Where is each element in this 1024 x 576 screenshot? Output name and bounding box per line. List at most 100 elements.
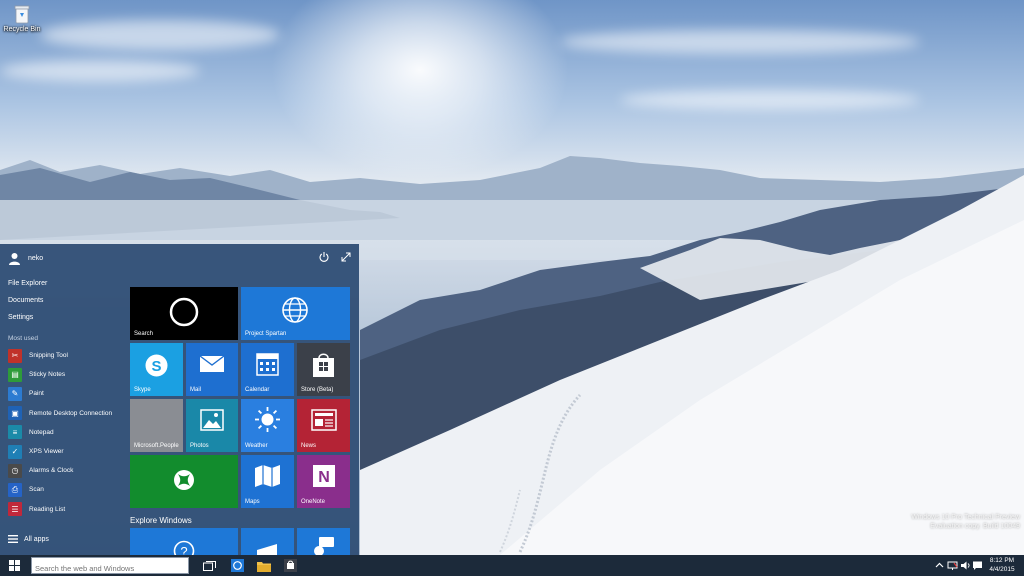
notification-icon[interactable]: [972, 560, 983, 571]
app-notepad[interactable]: ≡ Notepad: [8, 423, 126, 442]
app-paint[interactable]: ✎ Paint: [8, 384, 126, 403]
clock-time: 8:12 PM: [989, 557, 1015, 564]
watermark-line-1: Windows 10 Pro Technical Preview: [911, 514, 1020, 521]
tile-explore-tablet[interactable]: [241, 528, 294, 555]
store-taskbar-button[interactable]: [283, 558, 298, 573]
remote-desktop-icon: ▣: [8, 406, 22, 421]
tile-explore-help[interactable]: ?: [130, 528, 238, 555]
tile-people[interactable]: Microsoft.People: [130, 399, 183, 452]
notepad-icon: ≡: [8, 425, 22, 440]
spartan-browser-icon: [231, 559, 244, 572]
map-icon: [255, 465, 280, 487]
tile-mail[interactable]: Mail: [186, 343, 238, 396]
recycle-bin-shortcut[interactable]: Recycle Bin: [2, 4, 42, 33]
taskbar-clock[interactable]: 8:12 PM 4/4/2015: [984, 557, 1020, 574]
app-reading-list[interactable]: ☰ Reading List: [8, 500, 126, 519]
clock-icon: ◷: [8, 463, 22, 478]
tile-label: OneNote: [301, 499, 326, 505]
tile-label: News: [301, 443, 317, 449]
tablet-icon: [257, 544, 277, 555]
app-label: Notepad: [29, 428, 54, 436]
start-left-pane: neko File Explorer Documents Settings Mo…: [0, 244, 124, 555]
recycle-bin-label: Recycle Bin: [3, 26, 41, 33]
user-account[interactable]: neko: [8, 252, 43, 265]
tile-maps[interactable]: Maps: [241, 455, 294, 508]
app-label: Snipping Tool: [29, 352, 68, 360]
app-alarms-clock[interactable]: ◷ Alarms & Clock: [8, 461, 126, 480]
windows-logo-icon: [8, 560, 20, 571]
expand-icon[interactable]: [340, 251, 352, 263]
volume-icon[interactable]: [960, 560, 971, 571]
place-settings[interactable]: Settings: [8, 312, 47, 329]
spartan-taskbar-button[interactable]: [230, 558, 245, 573]
app-remote-desktop[interactable]: ▣ Remote Desktop Connection: [8, 404, 126, 423]
tile-skype[interactable]: S Skype: [130, 343, 183, 396]
onenote-icon: N: [313, 465, 335, 487]
tile-store[interactable]: Store (Beta): [297, 343, 350, 396]
tile-project-spartan[interactable]: Project Spartan: [241, 287, 350, 340]
tile-news[interactable]: News: [297, 399, 350, 452]
list-icon: [8, 535, 18, 543]
tile-label: Skype: [134, 387, 151, 393]
svg-text:S: S: [151, 358, 161, 375]
tile-label: Weather: [245, 443, 268, 449]
tile-weather[interactable]: Weather: [241, 399, 294, 452]
news-icon: [311, 409, 337, 431]
places-list: File Explorer Documents Settings: [8, 278, 47, 329]
place-documents[interactable]: Documents: [8, 295, 47, 312]
app-label: XPS Viewer: [29, 448, 64, 456]
file-explorer-icon: [256, 561, 271, 572]
scan-icon: ⎙: [8, 482, 22, 497]
sun-icon: [255, 407, 280, 432]
start-button[interactable]: [0, 555, 28, 576]
chevron-up-icon[interactable]: [934, 560, 945, 571]
task-view-button[interactable]: [202, 558, 217, 573]
tile-onenote[interactable]: N OneNote: [297, 455, 350, 508]
tile-photos[interactable]: Photos: [186, 399, 238, 452]
people-chat-icon: [314, 537, 334, 555]
tile-xbox[interactable]: [130, 455, 238, 508]
power-icon[interactable]: [318, 251, 330, 263]
xbox-icon: [174, 470, 194, 490]
tile-label: Mail: [190, 387, 202, 393]
app-snipping-tool[interactable]: ✂ Snipping Tool: [8, 346, 126, 365]
svg-text:?: ?: [180, 544, 187, 555]
place-file-explorer[interactable]: File Explorer: [8, 278, 47, 295]
tile-label: Microsoft.People: [134, 443, 179, 449]
tile-label: Photos: [190, 443, 209, 449]
app-scan[interactable]: ⎙ Scan: [8, 480, 126, 499]
file-explorer-taskbar-button[interactable]: [256, 558, 271, 573]
network-icon[interactable]: [947, 560, 958, 571]
app-sticky-notes[interactable]: ▤ Sticky Notes: [8, 365, 126, 384]
explore-windows-heading: Explore Windows: [130, 516, 192, 525]
svg-text:N: N: [318, 469, 330, 486]
app-label: Sticky Notes: [29, 371, 66, 379]
app-label: Scan: [29, 486, 44, 494]
tile-label: Search: [134, 331, 154, 337]
app-xps-viewer[interactable]: ✓ XPS Viewer: [8, 442, 126, 461]
user-name: neko: [28, 255, 44, 262]
recycle-bin-icon: [14, 4, 30, 24]
search-input[interactable]: [32, 561, 188, 576]
tile-explore-people[interactable]: [297, 528, 350, 555]
help-icon: ?: [173, 540, 195, 555]
watermark-line-2: Evaluation copy. Build 10049: [930, 523, 1020, 530]
user-avatar-icon: [9, 253, 20, 265]
photo-icon: [200, 409, 224, 431]
globe-icon: [282, 297, 308, 323]
xps-icon: ✓: [8, 444, 22, 459]
all-apps-button[interactable]: All apps: [8, 535, 49, 543]
tile-calendar[interactable]: Calendar: [241, 343, 294, 396]
palette-icon: ✎: [8, 386, 22, 401]
calendar-icon: [256, 353, 279, 376]
tile-label: Project Spartan: [245, 331, 287, 337]
app-label: Remote Desktop Connection: [29, 409, 113, 417]
cortana-circle-icon: [169, 297, 199, 327]
tile-search[interactable]: Search: [130, 287, 238, 340]
start-menu: neko File Explorer Documents Settings Mo…: [0, 244, 359, 555]
reading-list-icon: ☰: [8, 502, 22, 517]
taskbar-search-box[interactable]: [31, 557, 189, 576]
tile-label: Calendar: [245, 387, 270, 393]
mail-icon: [199, 355, 225, 372]
app-label: Alarms & Clock: [29, 467, 74, 475]
